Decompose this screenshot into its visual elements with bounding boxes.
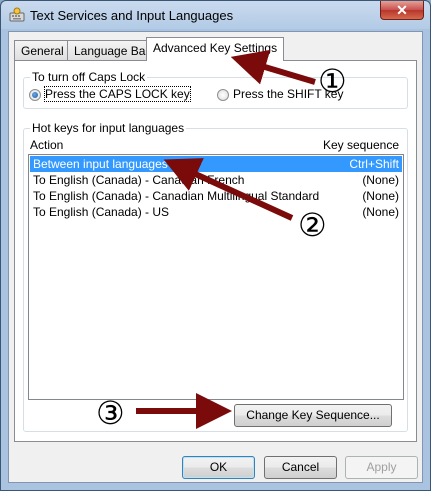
hotkey-row-action: Between input languages [33, 157, 168, 171]
shift-key-radio[interactable] [217, 89, 229, 101]
window-title: Text Services and Input Languages [30, 8, 234, 23]
hotkey-row[interactable]: To English (Canada) - Canadian Multiling… [30, 188, 402, 204]
hotkey-row-sequence: Ctrl+Shift [349, 157, 399, 171]
cancel-button[interactable]: Cancel [264, 456, 337, 479]
caps-lock-group: To turn off Caps Lock Press the CAPS LOC… [23, 70, 408, 109]
hotkeys-group: Hot keys for input languages Action Key … [23, 121, 408, 432]
caps-lock-key-label[interactable]: Press the CAPS LOCK key [44, 86, 191, 102]
tab-language-bar[interactable]: Language Bar [67, 40, 157, 60]
dialog-window: Text Services and Input Languages ✕ Gene… [0, 0, 431, 491]
key-sequence-column-header: Key sequence [322, 138, 399, 152]
annotation-marker-3: ③ [96, 394, 125, 432]
caps-lock-group-label: To turn off Caps Lock [30, 70, 148, 84]
hotkey-row-action: To English (Canada) - Canadian Multiling… [33, 189, 320, 203]
keyboard-app-icon [9, 7, 25, 22]
close-button[interactable]: ✕ [380, 1, 424, 20]
hotkeys-list[interactable]: Between input languages Ctrl+Shift To En… [28, 154, 404, 400]
hotkey-row[interactable]: To English (Canada) - US (None) [30, 204, 402, 220]
hotkey-row-sequence: (None) [362, 189, 399, 203]
hotkey-row-action: To English (Canada) - US [33, 205, 170, 219]
annotation-marker-2: ② [298, 206, 327, 244]
change-key-sequence-button[interactable]: Change Key Sequence... [234, 404, 392, 427]
dialog-client-area: General Language Bar Advanced Key Settin… [8, 31, 423, 483]
hotkey-row-sequence: (None) [362, 205, 399, 219]
title-bar[interactable]: Text Services and Input Languages ✕ [1, 1, 430, 29]
tab-general[interactable]: General [14, 40, 71, 60]
annotation-marker-1: ① [318, 62, 347, 100]
ok-button[interactable]: OK [182, 456, 255, 479]
hotkey-row[interactable]: Between input languages Ctrl+Shift [30, 156, 402, 172]
hotkey-row[interactable]: To English (Canada) - Canadian French (N… [30, 172, 402, 188]
caps-lock-key-radio[interactable] [29, 89, 41, 101]
hotkey-row-sequence: (None) [362, 173, 399, 187]
hotkeys-group-label: Hot keys for input languages [30, 121, 187, 135]
action-column-header: Action [30, 138, 64, 152]
advanced-key-settings-panel: To turn off Caps Lock Press the CAPS LOC… [14, 60, 417, 442]
apply-button: Apply [345, 456, 418, 479]
tab-advanced-key-settings[interactable]: Advanced Key Settings [146, 37, 285, 61]
hotkey-row-action: To English (Canada) - Canadian French [33, 173, 245, 187]
